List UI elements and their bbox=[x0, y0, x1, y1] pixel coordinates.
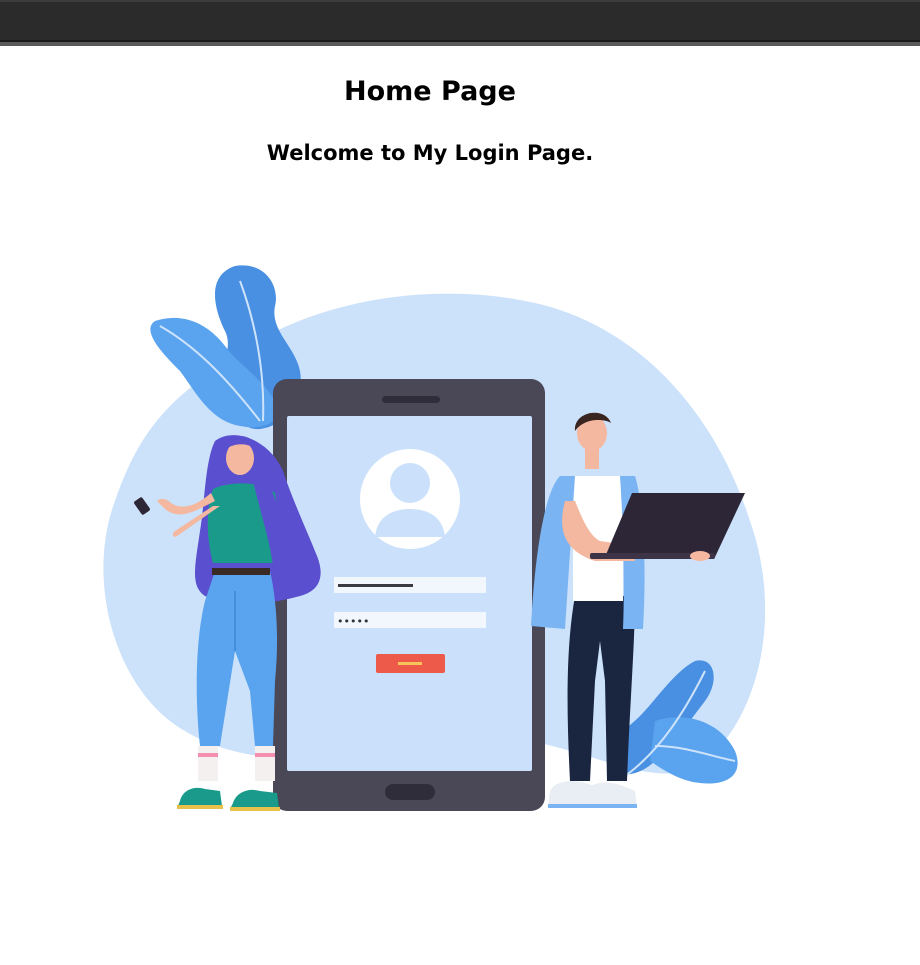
top-bar-divider bbox=[0, 40, 920, 42]
login-illustration: ••••• bbox=[103, 265, 765, 811]
phone: ••••• bbox=[273, 379, 545, 811]
welcome-message: Welcome to My Login Page. bbox=[266, 141, 594, 165]
page-content: Home Page Welcome to My Login Page. ••••… bbox=[0, 46, 920, 965]
password-mask: ••••• bbox=[337, 615, 369, 628]
avatar-icon bbox=[360, 449, 460, 549]
page-title: Home Page bbox=[344, 76, 516, 107]
browser-top-bar bbox=[0, 0, 920, 46]
